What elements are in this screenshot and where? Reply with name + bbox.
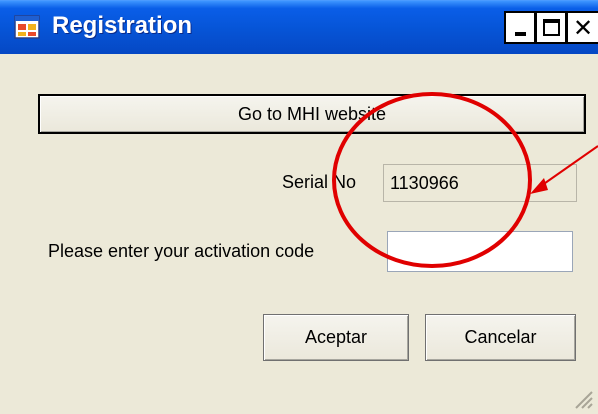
registration-window: Registration ✕ Go to MHI website Serial … xyxy=(0,0,598,414)
close-icon: ✕ xyxy=(572,13,594,42)
maximize-button[interactable] xyxy=(535,11,567,44)
activation-code-label: Please enter your activation code xyxy=(48,241,315,261)
resize-grip-icon[interactable] xyxy=(572,388,594,410)
minimize-button[interactable] xyxy=(504,11,536,44)
serial-label: Serial No xyxy=(282,172,357,192)
activation-code-input[interactable] xyxy=(387,231,573,272)
title-bar[interactable]: Registration ✕ xyxy=(0,0,598,54)
minimize-icon xyxy=(514,31,526,36)
application-icon xyxy=(14,15,40,39)
accept-button[interactable]: Aceptar xyxy=(263,314,409,361)
serial-number-field: 1130966 xyxy=(383,164,577,202)
window-title: Registration xyxy=(52,12,193,39)
maximize-icon xyxy=(542,19,560,36)
close-button[interactable]: ✕ xyxy=(566,11,598,44)
go-to-website-button[interactable]: Go to MHI website xyxy=(38,94,586,134)
cancel-button[interactable]: Cancelar xyxy=(425,314,576,361)
